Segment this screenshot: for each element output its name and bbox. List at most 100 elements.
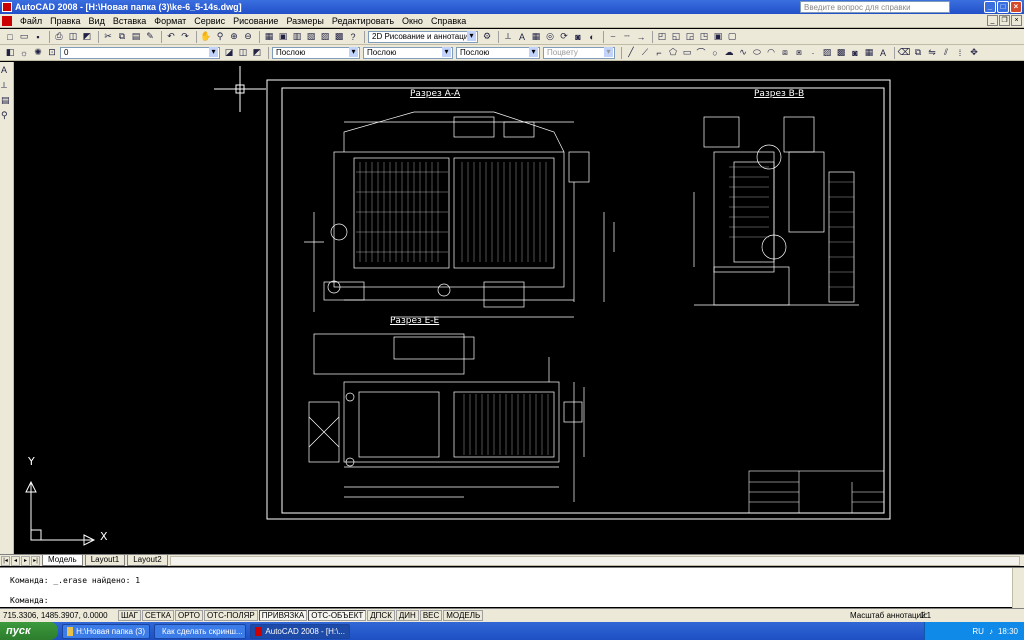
dashed-line-icon[interactable]: ┄ [621, 31, 633, 43]
table-icon[interactable]: ▦ [863, 47, 875, 59]
layer-prev-icon[interactable]: ◰ [656, 31, 668, 43]
polar-toggle[interactable]: ОТС-ПОЛЯР [203, 610, 258, 621]
snap-toggle[interactable]: ШАГ [118, 610, 141, 621]
zoom-realtime-icon[interactable]: ⚲ [214, 31, 226, 43]
layer-previous-icon[interactable]: ◫ [237, 47, 249, 59]
help-icon[interactable]: ? [347, 31, 359, 43]
ducs-toggle[interactable]: ДПСК [367, 610, 395, 621]
mirror-icon[interactable]: ⇋ [926, 47, 938, 59]
layer-off-icon[interactable]: ◳ [698, 31, 710, 43]
text-style-icon[interactable]: A [516, 31, 528, 43]
table-style-icon[interactable]: ▦ [530, 31, 542, 43]
plot-icon[interactable]: ⎙ [53, 31, 65, 43]
maximize-button[interactable]: □ [997, 1, 1009, 13]
menu-help[interactable]: Справка [427, 16, 470, 26]
menu-format[interactable]: Формат [150, 16, 190, 26]
cut-icon[interactable]: ✂ [102, 31, 114, 43]
layer-manager-icon[interactable]: ◧ [4, 47, 16, 59]
clock[interactable]: 18:30 [998, 627, 1018, 636]
region-icon[interactable]: ◙ [849, 47, 861, 59]
make-block-icon[interactable]: ⧆ [793, 47, 805, 59]
task-autocad[interactable]: AutoCAD 2008 - [H:\... [250, 623, 350, 639]
grid-toggle[interactable]: СЕТКА [142, 610, 174, 621]
new-file-icon[interactable]: □ [4, 31, 16, 43]
doc-restore-button[interactable]: ❐ [999, 15, 1010, 26]
dyn-toggle[interactable]: ДИН [395, 610, 419, 621]
design-center-icon[interactable]: ▣ [277, 31, 289, 43]
osnap-toggle[interactable]: ПРИВЯЗКА [258, 610, 308, 621]
construction-line-icon[interactable]: ⟋ [639, 47, 651, 59]
offset-icon[interactable]: ⫽ [940, 47, 952, 59]
menu-tools[interactable]: Сервис [190, 16, 229, 26]
tool-palettes-icon[interactable]: ▥ [291, 31, 303, 43]
zoom-previous-icon[interactable]: ⊖ [242, 31, 254, 43]
layer-iso-icon[interactable]: ◱ [670, 31, 682, 43]
menu-draw[interactable]: Рисование [229, 16, 282, 26]
menu-insert[interactable]: Вставка [109, 16, 150, 26]
polygon-icon[interactable]: ⬠ [667, 47, 679, 59]
line-type-icon[interactable]: ⎯ [607, 31, 619, 43]
workspace-settings-icon[interactable]: ⚙ [481, 31, 493, 43]
point-icon[interactable]: · [807, 47, 819, 59]
dim-style-icon[interactable]: ⟂ [502, 31, 514, 43]
autocad-app-icon[interactable] [2, 2, 12, 12]
arc-icon[interactable]: ⌒ [695, 47, 707, 59]
lock-icon[interactable]: ⊡ [46, 47, 58, 59]
prev-tab-arrow[interactable]: ◂ [11, 555, 20, 566]
language-indicator[interactable]: RU [972, 627, 984, 636]
cursor-coordinates[interactable]: 715.3306, 1485.3907, 0.0000 [0, 611, 118, 620]
minimize-button[interactable]: _ [984, 1, 996, 13]
circle-icon[interactable]: ○ [709, 47, 721, 59]
save-icon[interactable]: ▪ [32, 31, 44, 43]
camera-icon[interactable]: ◙ [572, 31, 584, 43]
lwt-toggle[interactable]: ВЕС [419, 610, 443, 621]
sheet-set-icon[interactable]: ▧ [305, 31, 317, 43]
sun-icon[interactable]: ✺ [32, 47, 44, 59]
doc-minimize-button[interactable]: _ [987, 15, 998, 26]
gradient-icon[interactable]: ▩ [835, 47, 847, 59]
tab-model[interactable]: Модель [42, 555, 83, 566]
menu-window[interactable]: Окно [398, 16, 427, 26]
redo-icon[interactable]: ↷ [179, 31, 191, 43]
tab-layout1[interactable]: Layout1 [84, 555, 126, 566]
layer-state-icon[interactable]: ◩ [251, 47, 263, 59]
command-window[interactable]: Команда: _.erase найдено: 1 Команда: [0, 567, 1024, 608]
light-bulb-icon[interactable]: ☼ [18, 47, 30, 59]
orbit-icon[interactable]: ◎ [544, 31, 556, 43]
command-scrollbar[interactable] [1012, 568, 1024, 608]
horizontal-scrollbar[interactable] [170, 556, 1020, 566]
lineweight-select[interactable]: Послою [456, 46, 540, 59]
arrow-icon[interactable]: → [635, 31, 647, 43]
insert-block-icon[interactable]: ⧈ [779, 47, 791, 59]
copy-object-icon[interactable]: ⧉ [912, 47, 924, 59]
draw-line-icon[interactable]: ╱ [625, 47, 637, 59]
annotation-scale-select[interactable]: 1:1 [920, 611, 931, 620]
color-select[interactable]: Послою [272, 46, 360, 59]
undo-icon[interactable]: ↶ [165, 31, 177, 43]
rotate-view-icon[interactable]: ⟳ [558, 31, 570, 43]
menu-dimension[interactable]: Размеры [282, 16, 327, 26]
erase-icon[interactable]: ⌫ [898, 47, 911, 59]
move-icon[interactable]: ✥ [968, 47, 980, 59]
pan-icon[interactable]: ✋ [200, 31, 212, 43]
command-prompt[interactable]: Команда: [10, 596, 49, 605]
zoom-window-icon[interactable]: ⊕ [228, 31, 240, 43]
spline-icon[interactable]: ∿ [737, 47, 749, 59]
array-icon[interactable]: ⁞ [954, 47, 966, 59]
layer-select[interactable]: 0 [60, 46, 220, 59]
drawing-canvas[interactable]: Разрез А-А Разрез В-В Разрез Е-Е Y X [14, 62, 1024, 554]
document-icon[interactable] [2, 15, 12, 26]
start-button[interactable]: пуск [0, 622, 58, 640]
volume-icon[interactable]: ♪ [989, 627, 993, 636]
ortho-toggle[interactable]: ОРТО [175, 610, 203, 621]
dimension-tool-icon[interactable]: ⟂ [1, 80, 13, 92]
mtext-icon[interactable]: A [877, 47, 889, 59]
next-tab-arrow[interactable]: ▸ [21, 555, 30, 566]
hatch-icon[interactable]: ▨ [821, 47, 833, 59]
linetype-select[interactable]: Послою [363, 46, 453, 59]
paste-icon[interactable]: ▤ [130, 31, 142, 43]
workspace-select[interactable]: 2D Рисование и аннотации [368, 30, 478, 43]
layer-walk-icon[interactable]: ◲ [684, 31, 696, 43]
menu-edit[interactable]: Правка [46, 16, 84, 26]
polyline-icon[interactable]: ⌐ [653, 47, 665, 59]
